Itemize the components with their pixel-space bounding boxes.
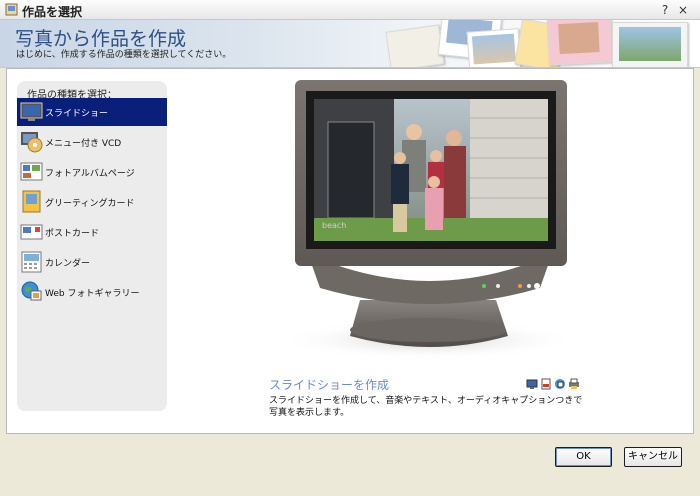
- pdf-output-icon: [541, 378, 551, 390]
- header-banner: 写真から作品を作成 はじめに、作成する作品の種類を選択してください。: [0, 20, 700, 68]
- sidebar-item-slideshow[interactable]: スライドショー: [17, 98, 167, 126]
- sidebar-item-label: グリーティングカード: [45, 199, 135, 209]
- share-output-icon: [555, 379, 565, 389]
- decor-card-1: [385, 24, 445, 67]
- web-gallery-icon: [21, 281, 42, 301]
- ok-button[interactable]: OK: [555, 447, 612, 467]
- sidebar-item-postcard[interactable]: ポストカード: [17, 218, 167, 246]
- vcd-disc-icon: [21, 132, 43, 153]
- slideshow-icon: [20, 102, 43, 121]
- cancel-button[interactable]: キャンセル: [624, 447, 682, 467]
- title-bar: 作品を選択 ? ×: [0, 0, 700, 20]
- sidebar-item-web-gallery[interactable]: Web フォトギャラリー: [17, 278, 167, 306]
- print-output-icon: [569, 378, 579, 389]
- greeting-card-icon: [22, 190, 41, 213]
- app-icon: [5, 3, 18, 16]
- close-button[interactable]: ×: [676, 3, 690, 17]
- sidebar-item-album-page[interactable]: フォトアルバムページ: [17, 158, 167, 186]
- button-bar: OK キャンセル: [0, 434, 700, 496]
- sidebar-item-label: スライドショー: [45, 109, 109, 119]
- sidebar-item-label: メニュー付き VCD: [45, 139, 122, 149]
- sidebar-item-greeting-card[interactable]: グリーティングカード: [17, 188, 167, 216]
- calendar-icon: [21, 251, 42, 273]
- preview-description: スライドショーを作成して、音楽やテキスト、オーディオキャプションつきで写真を表示…: [269, 396, 583, 418]
- sidebar-item-vcd[interactable]: メニュー付き VCD: [17, 128, 167, 156]
- page-subtitle: はじめに、作成する作品の種類を選択してください。: [16, 50, 232, 60]
- album-page-icon: [20, 162, 43, 181]
- sidebar-item-label: カレンダー: [45, 259, 91, 269]
- decor-pink-card: [546, 20, 614, 66]
- project-type-sidebar: 作品の種類を選択： スライドショー メニュー付き VCD フォトアルバムページ: [17, 81, 167, 411]
- window-title: 作品を選択: [22, 5, 83, 19]
- decor-family-photo: [612, 22, 688, 67]
- photo-sign-text: beach: [322, 221, 346, 230]
- preview-monitor: beach: [270, 78, 590, 368]
- sidebar-item-label: ポストカード: [45, 229, 100, 239]
- sidebar-item-calendar[interactable]: カレンダー: [17, 248, 167, 276]
- sidebar-item-label: Web フォトギャラリー: [45, 289, 140, 299]
- decor-photo-building: [466, 28, 522, 67]
- monitor-illustration: beach: [278, 80, 578, 360]
- sidebar-item-label: フォトアルバムページ: [45, 169, 135, 179]
- screen-output-icon: [526, 379, 538, 389]
- postcard-icon: [20, 224, 43, 240]
- preview-title: スライドショーを作成: [269, 378, 390, 392]
- help-button[interactable]: ?: [658, 3, 672, 17]
